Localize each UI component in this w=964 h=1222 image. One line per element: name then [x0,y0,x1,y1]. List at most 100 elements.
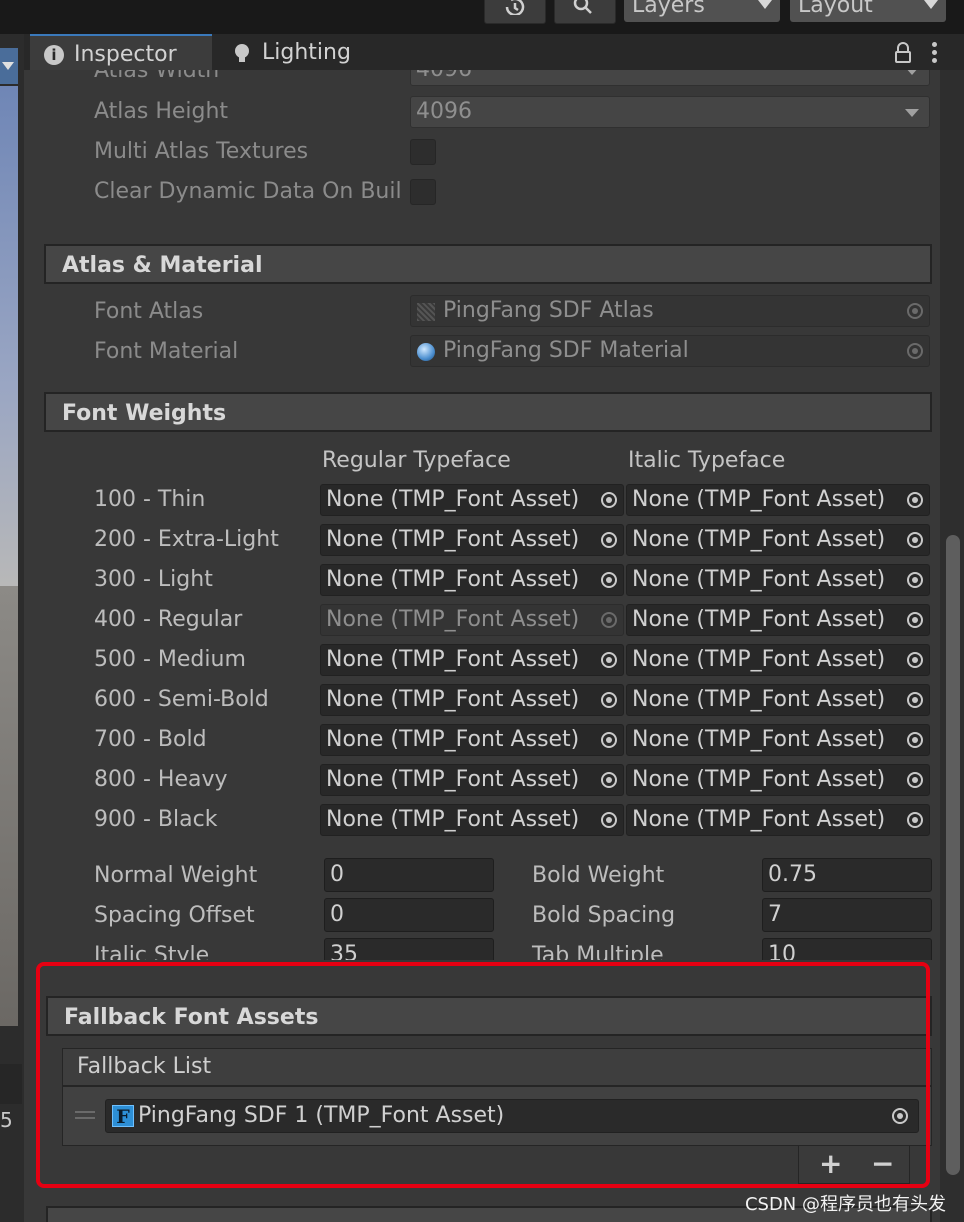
bold-weight-input[interactable]: 0.75 [762,858,932,892]
italic-typeface-field[interactable]: None (TMP_Font Asset) [626,484,930,516]
console-tab [0,1064,22,1104]
italic-style-input[interactable]: 35 [324,938,494,960]
tab-lighting-label: Lighting [262,40,351,65]
object-picker-icon[interactable] [601,492,617,508]
search-icon [573,0,592,14]
italic-typeface-field[interactable]: None (TMP_Font Asset) [626,604,930,636]
italic-typeface-value: None (TMP_Font Asset) [632,487,886,512]
object-picker-icon[interactable] [601,652,617,668]
object-picker-icon[interactable] [907,303,923,319]
italic-typeface-value: None (TMP_Font Asset) [632,727,886,752]
font-atlas-field[interactable]: PingFang SDF Atlas [410,295,930,327]
object-picker-icon[interactable] [907,572,923,588]
tab-inspector[interactable]: i Inspector [30,34,212,70]
chevron-down-icon [905,109,919,117]
scene-dropdown[interactable] [0,48,18,84]
tab-bar: i Inspector Lighting [24,34,964,70]
weight-label: 600 - Semi-Bold [94,687,269,712]
object-picker-icon[interactable] [601,572,617,588]
chevron-down-icon [758,0,772,9]
object-picker-icon[interactable] [907,692,923,708]
clear-dynamic-checkbox[interactable] [410,179,436,205]
regular-typeface-field[interactable]: None (TMP_Font Asset) [320,724,624,756]
regular-typeface-value: None (TMP_Font Asset) [326,487,580,512]
italic-typeface-field[interactable]: None (TMP_Font Asset) [626,564,930,596]
regular-typeface-field[interactable]: None (TMP_Font Asset) [320,764,624,796]
italic-typeface-field[interactable]: None (TMP_Font Asset) [626,724,930,756]
weight-label: 800 - Heavy [94,767,228,792]
italic-typeface-field[interactable]: None (TMP_Font Asset) [626,684,930,716]
italic-typeface-field[interactable]: None (TMP_Font Asset) [626,764,930,796]
italic-typeface-field[interactable]: None (TMP_Font Asset) [626,644,930,676]
regular-typeface-field[interactable]: None (TMP_Font Asset) [320,564,624,596]
object-picker-icon[interactable] [907,492,923,508]
regular-typeface-value: None (TMP_Font Asset) [326,687,580,712]
chevron-down-icon [905,70,919,75]
regular-typeface-value: None (TMP_Font Asset) [326,727,580,752]
material-icon [417,343,435,361]
italic-typeface-value: None (TMP_Font Asset) [632,807,886,832]
chevron-down-icon [2,62,14,70]
regular-typeface-field[interactable]: None (TMP_Font Asset) [320,644,624,676]
atlas-width-value: 4096 [416,70,472,82]
more-options-icon[interactable] [932,42,938,64]
scene-view[interactable] [0,86,18,586]
italic-typeface-value: None (TMP_Font Asset) [632,767,886,792]
italic-typeface-value: None (TMP_Font Asset) [632,527,886,552]
top-toolbar: Layers Layout [0,0,964,34]
object-picker-icon[interactable] [601,612,617,628]
scrollbar-thumb[interactable] [946,535,960,1175]
regular-typeface-field[interactable]: None (TMP_Font Asset) [320,684,624,716]
object-picker-icon[interactable] [601,732,617,748]
object-picker-icon[interactable] [601,772,617,788]
weight-label: 700 - Bold [94,727,207,752]
tab-lighting[interactable]: Lighting [224,34,374,70]
font-weights-header[interactable]: Font Weights [44,392,932,432]
object-picker-icon[interactable] [907,343,923,359]
atlas-height-dropdown[interactable]: 4096 [410,96,930,128]
object-picker-icon[interactable] [907,732,923,748]
tab-multiple-input[interactable]: 10 [762,938,932,960]
weight-label: 500 - Medium [94,647,246,672]
object-picker-icon[interactable] [601,532,617,548]
italic-typeface-field[interactable]: None (TMP_Font Asset) [626,804,930,836]
object-picker-icon[interactable] [907,812,923,828]
spacing-offset-input[interactable]: 0 [324,898,494,932]
search-button[interactable] [554,0,616,24]
regular-typeface-field[interactable]: None (TMP_Font Asset) [320,484,624,516]
regular-typeface-value: None (TMP_Font Asset) [326,527,580,552]
regular-typeface-field[interactable]: None (TMP_Font Asset) [320,524,624,556]
atlas-material-header[interactable]: Atlas & Material [44,244,932,284]
font-material-field[interactable]: PingFang SDF Material [410,335,930,367]
atlas-height-label: Atlas Height [94,99,229,124]
weight-label: 100 - Thin [94,487,206,512]
normal-weight-label: Normal Weight [94,863,258,888]
regular-typeface-value: None (TMP_Font Asset) [326,647,580,672]
console-count: 5 [0,1108,13,1132]
object-picker-icon[interactable] [907,612,923,628]
regular-typeface-header: Regular Typeface [322,448,511,473]
italic-typeface-value: None (TMP_Font Asset) [632,567,886,592]
object-picker-icon[interactable] [907,532,923,548]
layout-dropdown[interactable]: Layout [790,0,946,22]
lock-icon[interactable] [894,42,912,64]
chevron-down-icon [924,0,938,9]
history-button[interactable] [484,0,546,24]
object-picker-icon[interactable] [601,692,617,708]
layers-dropdown[interactable]: Layers [624,0,780,22]
bold-spacing-input[interactable]: 7 [762,898,932,932]
tab-inspector-label: Inspector [74,42,177,67]
normal-weight-input[interactable]: 0 [324,858,494,892]
regular-typeface-field[interactable]: None (TMP_Font Asset) [320,804,624,836]
multi-atlas-checkbox[interactable] [410,139,436,165]
object-picker-icon[interactable] [907,652,923,668]
bold-spacing-label: Bold Spacing [532,903,676,928]
weight-label: 200 - Extra-Light [94,527,279,552]
italic-typeface-field[interactable]: None (TMP_Font Asset) [626,524,930,556]
object-picker-icon[interactable] [601,812,617,828]
object-picker-icon[interactable] [907,772,923,788]
regular-typeface-value: None (TMP_Font Asset) [326,767,580,792]
clear-dynamic-label: Clear Dynamic Data On Buil [94,179,402,204]
regular-typeface-field[interactable]: None (TMP_Font Asset) [320,604,624,636]
atlas-width-dropdown[interactable]: 4096 [410,70,930,86]
